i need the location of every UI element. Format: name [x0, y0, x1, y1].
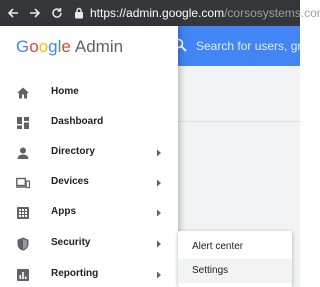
- chevron-right-icon: [157, 271, 161, 279]
- sidebar-item-security[interactable]: Security: [0, 229, 178, 259]
- sidebar-item-devices[interactable]: Devices: [0, 168, 178, 198]
- sidebar-item-label: Apps: [51, 206, 76, 217]
- url-path: /corsosystems.com/: [224, 6, 320, 20]
- dashboard-icon: [17, 117, 29, 129]
- sidebar-item-home[interactable]: Home: [0, 78, 178, 108]
- logo-letter: o: [29, 37, 39, 56]
- home-icon: [17, 87, 29, 99]
- sidebar-item-label: Devices: [51, 176, 89, 187]
- chevron-right-icon: [157, 240, 161, 248]
- sidebar-item-reporting[interactable]: Reporting: [0, 260, 178, 287]
- sidebar-item-dashboard[interactable]: Dashboard: [0, 108, 178, 138]
- sidebar-item-label: Dashboard: [51, 116, 104, 127]
- back-icon[interactable]: [2, 0, 24, 26]
- lock-icon: [75, 7, 83, 19]
- logo-letter: g: [48, 37, 58, 56]
- logo-letter: G: [16, 37, 30, 56]
- sidebar-item-label: Security: [51, 237, 91, 248]
- forward-icon[interactable]: [24, 0, 46, 26]
- sidebar-item-label: Reporting: [51, 268, 99, 279]
- sidebar-item-directory[interactable]: Directory: [0, 138, 178, 168]
- security-submenu: Alert center Settings: [178, 231, 292, 287]
- shield-icon: [17, 237, 29, 251]
- person-icon: [17, 147, 29, 159]
- browser-toolbar: https://admin.google.com/corsosystems.co…: [0, 0, 320, 26]
- sidebar-item-apps[interactable]: Apps: [0, 198, 178, 228]
- navigation-drawer: Google Admin Home Dashboard Directory De…: [0, 26, 178, 287]
- reload-icon[interactable]: [46, 0, 68, 26]
- devices-icon: [16, 177, 30, 189]
- sidebar-item-label: Home: [51, 86, 79, 97]
- logo-letter: o: [38, 37, 49, 56]
- search-input[interactable]: Search for users, group: [196, 39, 320, 53]
- menu-item-settings[interactable]: Settings: [178, 259, 292, 283]
- url-host: https://admin.google.com: [90, 6, 225, 20]
- sidebar-item-label: Directory: [51, 146, 95, 157]
- content-divider: [178, 121, 300, 122]
- bar-chart-icon: [17, 269, 29, 281]
- menu-item-alert-center[interactable]: Alert center: [178, 235, 292, 259]
- logo-product-name: Admin: [74, 37, 124, 56]
- chevron-right-icon: [157, 179, 161, 187]
- chevron-right-icon: [157, 209, 161, 217]
- apps-grid-icon: [17, 207, 29, 219]
- logo-letter: e: [61, 37, 71, 56]
- top-app-bar: Search for users, group: [168, 26, 320, 66]
- chevron-right-icon: [157, 149, 161, 157]
- address-bar[interactable]: https://admin.google.com/corsosystems.co…: [90, 6, 320, 20]
- google-admin-logo[interactable]: Google Admin: [16, 37, 123, 57]
